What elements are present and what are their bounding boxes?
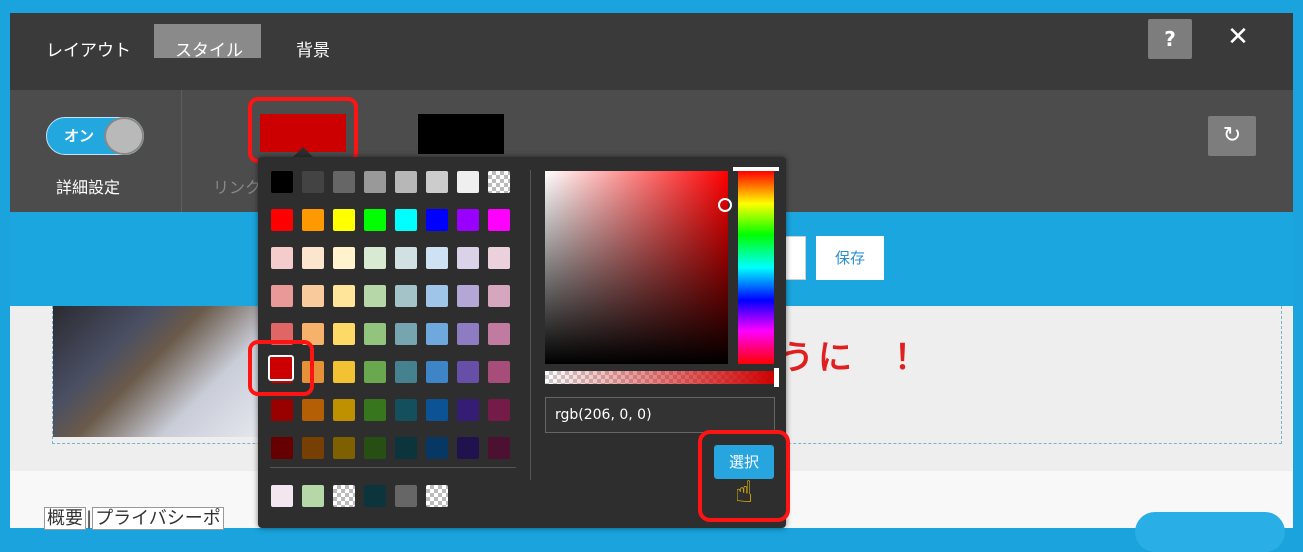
palette-swatch[interactable] — [395, 361, 417, 383]
palette-swatch[interactable] — [488, 323, 510, 345]
palette-swatch[interactable] — [395, 399, 417, 421]
palette-swatch[interactable] — [271, 285, 293, 307]
save-button[interactable]: 保存 — [816, 236, 884, 280]
palette-swatch[interactable] — [395, 323, 417, 345]
sv-handle[interactable] — [718, 198, 732, 212]
palette-swatch[interactable] — [333, 361, 355, 383]
palette-swatch[interactable] — [457, 437, 479, 459]
palette-swatch[interactable] — [395, 437, 417, 459]
palette-swatch[interactable] — [426, 399, 448, 421]
palette-swatch[interactable] — [271, 399, 293, 421]
palette-swatch[interactable] — [488, 171, 510, 193]
palette-swatch[interactable] — [395, 209, 417, 231]
palette-swatch[interactable] — [457, 361, 479, 383]
selected-swatch-highlight — [248, 340, 314, 396]
round-button[interactable] — [1135, 512, 1285, 552]
palette-swatch[interactable] — [457, 209, 479, 231]
palette-swatch[interactable] — [271, 437, 293, 459]
palette-swatch[interactable] — [457, 399, 479, 421]
palette-swatch[interactable] — [426, 361, 448, 383]
tab-style[interactable]: スタイル — [175, 13, 243, 90]
saturation-value-area[interactable] — [545, 171, 728, 364]
palette-separator — [270, 467, 516, 468]
palette-swatch[interactable] — [364, 437, 386, 459]
palette-swatch[interactable] — [395, 285, 417, 307]
recent-color-swatch[interactable] — [302, 485, 324, 507]
palette-swatch[interactable] — [488, 437, 510, 459]
palette-swatch[interactable] — [488, 247, 510, 269]
palette-swatch[interactable] — [457, 171, 479, 193]
tab-layout[interactable]: レイアウト — [46, 13, 131, 90]
palette-swatch[interactable] — [271, 209, 293, 231]
palette-swatch[interactable] — [333, 323, 355, 345]
palette-swatch[interactable] — [364, 209, 386, 231]
palette-swatch[interactable] — [333, 171, 355, 193]
palette-swatch[interactable] — [457, 285, 479, 307]
palette-swatch[interactable] — [457, 247, 479, 269]
alpha-slider[interactable] — [545, 371, 775, 384]
help-button[interactable]: ? — [1148, 19, 1192, 59]
palette-swatch[interactable] — [426, 209, 448, 231]
palette-swatch[interactable] — [333, 247, 355, 269]
palette-swatch[interactable] — [302, 285, 324, 307]
recent-color-swatch[interactable] — [364, 485, 386, 507]
palette-swatch[interactable] — [333, 437, 355, 459]
footer-link-privacy[interactable]: プライバシーポ — [92, 507, 224, 530]
palette-swatch[interactable] — [364, 171, 386, 193]
recent-color-swatch[interactable] — [271, 485, 293, 507]
close-icon[interactable]: ✕ — [1223, 17, 1253, 57]
palette-swatch[interactable] — [302, 171, 324, 193]
secondary-color-swatch[interactable] — [418, 114, 504, 154]
palette-swatch[interactable] — [271, 247, 293, 269]
picker-divider — [530, 170, 531, 480]
palette-swatch[interactable] — [333, 399, 355, 421]
palette-swatch[interactable] — [364, 361, 386, 383]
palette-swatch[interactable] — [488, 209, 510, 231]
palette-swatch[interactable] — [457, 323, 479, 345]
palette-swatch[interactable] — [302, 437, 324, 459]
palette-swatch[interactable] — [364, 399, 386, 421]
color-value-input[interactable]: rgb(206, 0, 0) — [545, 397, 775, 433]
palette-swatch[interactable] — [271, 171, 293, 193]
picker-arrow — [293, 147, 313, 157]
palette-swatch[interactable] — [302, 399, 324, 421]
palette-swatch[interactable] — [488, 399, 510, 421]
toggle-label: オン — [64, 127, 95, 145]
palette-swatch[interactable] — [426, 437, 448, 459]
palette-swatch[interactable] — [426, 285, 448, 307]
palette-swatch[interactable] — [302, 247, 324, 269]
hue-slider[interactable] — [738, 171, 774, 364]
palette-swatch[interactable] — [426, 171, 448, 193]
alpha-handle[interactable] — [774, 368, 779, 387]
recent-color-swatch[interactable] — [426, 485, 448, 507]
hue-handle[interactable] — [733, 167, 779, 171]
palette-swatch[interactable] — [488, 361, 510, 383]
footer-links: 概要 | プライバシーポ — [44, 504, 224, 530]
recent-color-swatch[interactable] — [333, 485, 355, 507]
palette-swatch[interactable] — [426, 323, 448, 345]
link-color-label: リンク — [213, 178, 262, 197]
palette-swatch[interactable] — [488, 285, 510, 307]
palette-swatch[interactable] — [333, 209, 355, 231]
palette-swatch[interactable] — [395, 247, 417, 269]
palette-swatch[interactable] — [333, 285, 355, 307]
recent-color-swatch[interactable] — [395, 485, 417, 507]
tab-background[interactable]: 背景 — [296, 13, 330, 90]
palette-swatch[interactable] — [426, 247, 448, 269]
toggle-knob[interactable] — [104, 117, 144, 155]
palette-swatch[interactable] — [364, 285, 386, 307]
reset-icon[interactable]: ↻ — [1208, 116, 1256, 156]
options-divider — [181, 90, 182, 212]
preview-heading: うに ！ — [780, 338, 932, 378]
advanced-settings-label: 詳細設定 — [56, 178, 121, 197]
footer-link-about[interactable]: 概要 — [44, 507, 86, 530]
palette-swatch[interactable] — [364, 247, 386, 269]
hand-cursor-icon: ☝ — [735, 475, 754, 510]
palette-swatch[interactable] — [302, 209, 324, 231]
palette-swatch[interactable] — [395, 171, 417, 193]
palette-swatch[interactable] — [364, 323, 386, 345]
